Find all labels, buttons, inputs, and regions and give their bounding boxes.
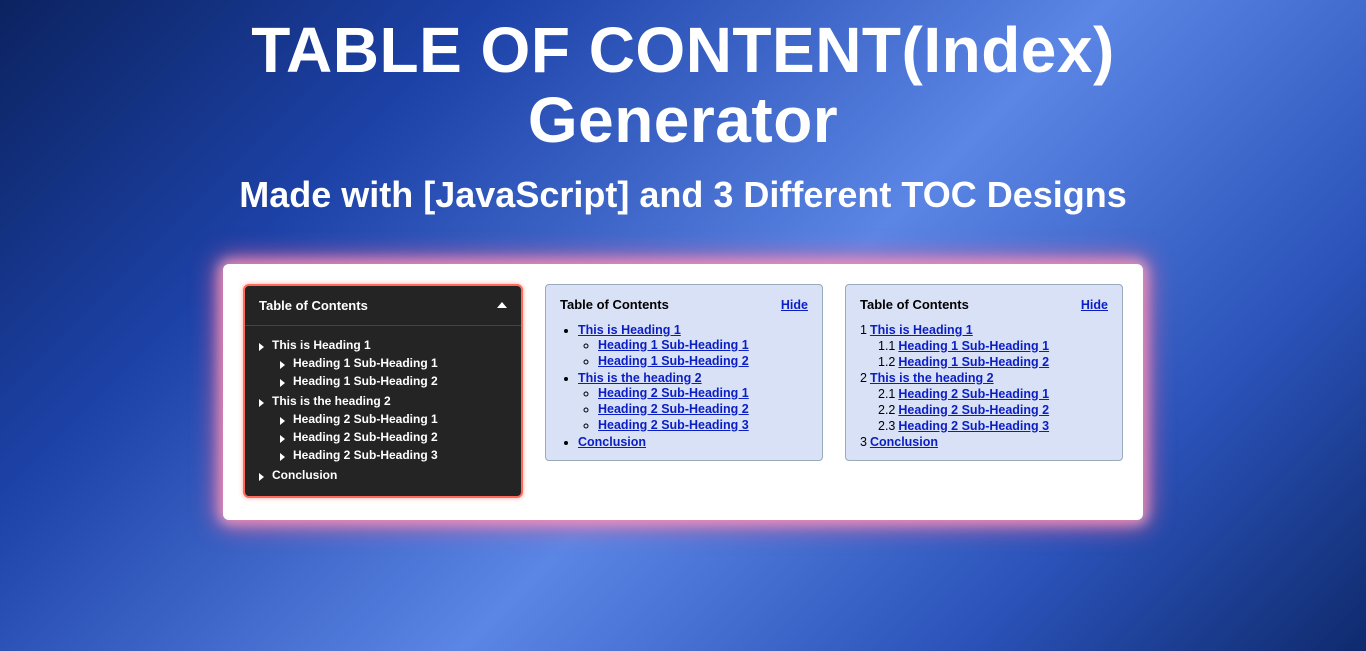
toc-subitem: Heading 1 Sub-Heading 2 bbox=[598, 353, 808, 369]
toc-subitem: Heading 1 Sub-Heading 1 bbox=[598, 337, 808, 353]
toc-number: 2.3 bbox=[878, 419, 895, 433]
toc-subitem: Heading 2 Sub-Heading 1 bbox=[278, 410, 509, 428]
toc-title: Table of Contents bbox=[860, 297, 969, 312]
toc-item: Conclusion bbox=[578, 434, 808, 450]
toc-link[interactable]: Heading 2 Sub-Heading 3 bbox=[293, 448, 438, 462]
toc-subitem: 1.1Heading 1 Sub-Heading 1 bbox=[860, 338, 1108, 354]
toc-sublist: Heading 1 Sub-Heading 1 Heading 1 Sub-Hea… bbox=[272, 352, 509, 390]
toc-link[interactable]: This is Heading 1 bbox=[578, 323, 681, 337]
toc-link[interactable]: Heading 2 Sub-Heading 3 bbox=[898, 419, 1049, 433]
toc-link[interactable]: Heading 2 Sub-Heading 1 bbox=[598, 386, 749, 400]
toc-sublist: Heading 2 Sub-Heading 1 Heading 2 Sub-Hea… bbox=[578, 385, 808, 433]
toc-link[interactable]: Heading 2 Sub-Heading 2 bbox=[898, 403, 1049, 417]
toc-subitem: Heading 2 Sub-Heading 2 bbox=[598, 401, 808, 417]
toc-item: 1This is Heading 1 bbox=[860, 322, 1108, 338]
toc-link[interactable]: Heading 1 Sub-Heading 2 bbox=[598, 354, 749, 368]
toc-link[interactable]: Heading 2 Sub-Heading 1 bbox=[293, 412, 438, 426]
toc-number: 3 bbox=[860, 435, 867, 449]
toc-link[interactable]: Conclusion bbox=[870, 435, 938, 449]
toc-item: This is Heading 1Heading 1 Sub-Heading 1… bbox=[257, 336, 509, 392]
toc-header: Table of Contents Hide bbox=[546, 285, 822, 322]
toc-header: Table of Contents Hide bbox=[846, 285, 1122, 322]
toc-number: 2 bbox=[860, 371, 867, 385]
toc-subitem: 1.2Heading 1 Sub-Heading 2 bbox=[860, 354, 1108, 370]
toc-item: This is Heading 1Heading 1 Sub-Heading 1… bbox=[578, 322, 808, 370]
toc-subitem: 2.1Heading 2 Sub-Heading 1 bbox=[860, 386, 1108, 402]
toc-item: 3Conclusion bbox=[860, 434, 1108, 450]
toc-item: 2This is the heading 2 bbox=[860, 370, 1108, 386]
toc-sublist: Heading 1 Sub-Heading 1 Heading 1 Sub-Hea… bbox=[578, 337, 808, 369]
hide-button[interactable]: Hide bbox=[1081, 298, 1108, 312]
toc-design-light-bullets: Table of Contents Hide This is Heading 1… bbox=[545, 284, 823, 461]
toc-subitem: 2.3Heading 2 Sub-Heading 3 bbox=[860, 418, 1108, 434]
page-subtitle: Made with [JavaScript] and 3 Different T… bbox=[0, 174, 1366, 216]
page-title: TABLE OF CONTENT(Index) Generator bbox=[0, 15, 1366, 156]
toc-subitem: Heading 1 Sub-Heading 2 bbox=[278, 372, 509, 390]
toc-link[interactable]: Heading 1 Sub-Heading 1 bbox=[598, 338, 749, 352]
toc-number: 1 bbox=[860, 323, 867, 337]
toc-link[interactable]: Heading 2 Sub-Heading 1 bbox=[898, 387, 1049, 401]
toc-link[interactable]: This is the heading 2 bbox=[870, 371, 994, 385]
toc-link[interactable]: Heading 1 Sub-Heading 1 bbox=[293, 356, 438, 370]
toc-item: Conclusion bbox=[257, 466, 509, 484]
toc-subitem: Heading 2 Sub-Heading 3 bbox=[278, 446, 509, 464]
toc-subitem: Heading 1 Sub-Heading 1 bbox=[278, 354, 509, 372]
toc-item: This is the heading 2Heading 2 Sub-Headi… bbox=[578, 370, 808, 434]
hide-button[interactable]: Hide bbox=[781, 298, 808, 312]
toc-link[interactable]: Heading 1 Sub-Heading 1 bbox=[898, 339, 1049, 353]
toc-list: This is Heading 1Heading 1 Sub-Heading 1… bbox=[245, 326, 521, 496]
toc-subitem: Heading 2 Sub-Heading 2 bbox=[278, 428, 509, 446]
toc-link[interactable]: This is the heading 2 bbox=[578, 371, 702, 385]
toc-link[interactable]: This is the heading 2 bbox=[272, 394, 391, 408]
toc-link[interactable]: Conclusion bbox=[272, 468, 337, 482]
toc-link[interactable]: Heading 1 Sub-Heading 2 bbox=[898, 355, 1049, 369]
toc-showcase: Table of Contents This is Heading 1Headi… bbox=[223, 264, 1143, 520]
toc-number: 1.1 bbox=[878, 339, 895, 353]
toc-header[interactable]: Table of Contents bbox=[245, 286, 521, 326]
toc-sublist: Heading 2 Sub-Heading 1 Heading 2 Sub-Hea… bbox=[272, 408, 509, 464]
page-title-line1: TABLE OF CONTENT(Index) bbox=[251, 14, 1115, 86]
toc-link[interactable]: This is Heading 1 bbox=[870, 323, 973, 337]
toc-design-dark: Table of Contents This is Heading 1Headi… bbox=[243, 284, 523, 498]
toc-link[interactable]: Heading 2 Sub-Heading 2 bbox=[598, 402, 749, 416]
toc-list: 1This is Heading 11.1Heading 1 Sub-Headi… bbox=[846, 322, 1122, 450]
toc-design-light-numbered: Table of Contents Hide 1This is Heading … bbox=[845, 284, 1123, 461]
toc-title: Table of Contents bbox=[560, 297, 669, 312]
toc-number: 1.2 bbox=[878, 355, 895, 369]
toc-link[interactable]: Heading 2 Sub-Heading 2 bbox=[293, 430, 438, 444]
toc-link[interactable]: Conclusion bbox=[578, 435, 646, 449]
chevron-up-icon bbox=[497, 302, 507, 308]
toc-number: 2.1 bbox=[878, 387, 895, 401]
toc-list: This is Heading 1Heading 1 Sub-Heading 1… bbox=[560, 322, 808, 450]
toc-title: Table of Contents bbox=[259, 298, 368, 313]
toc-link[interactable]: Heading 2 Sub-Heading 3 bbox=[598, 418, 749, 432]
toc-number: 2.2 bbox=[878, 403, 895, 417]
toc-item: This is the heading 2Heading 2 Sub-Headi… bbox=[257, 392, 509, 466]
toc-link[interactable]: Heading 1 Sub-Heading 2 bbox=[293, 374, 438, 388]
page-title-line2: Generator bbox=[528, 84, 838, 156]
toc-subitem: 2.2Heading 2 Sub-Heading 2 bbox=[860, 402, 1108, 418]
toc-link[interactable]: This is Heading 1 bbox=[272, 338, 371, 352]
toc-subitem: Heading 2 Sub-Heading 1 bbox=[598, 385, 808, 401]
toc-subitem: Heading 2 Sub-Heading 3 bbox=[598, 417, 808, 433]
